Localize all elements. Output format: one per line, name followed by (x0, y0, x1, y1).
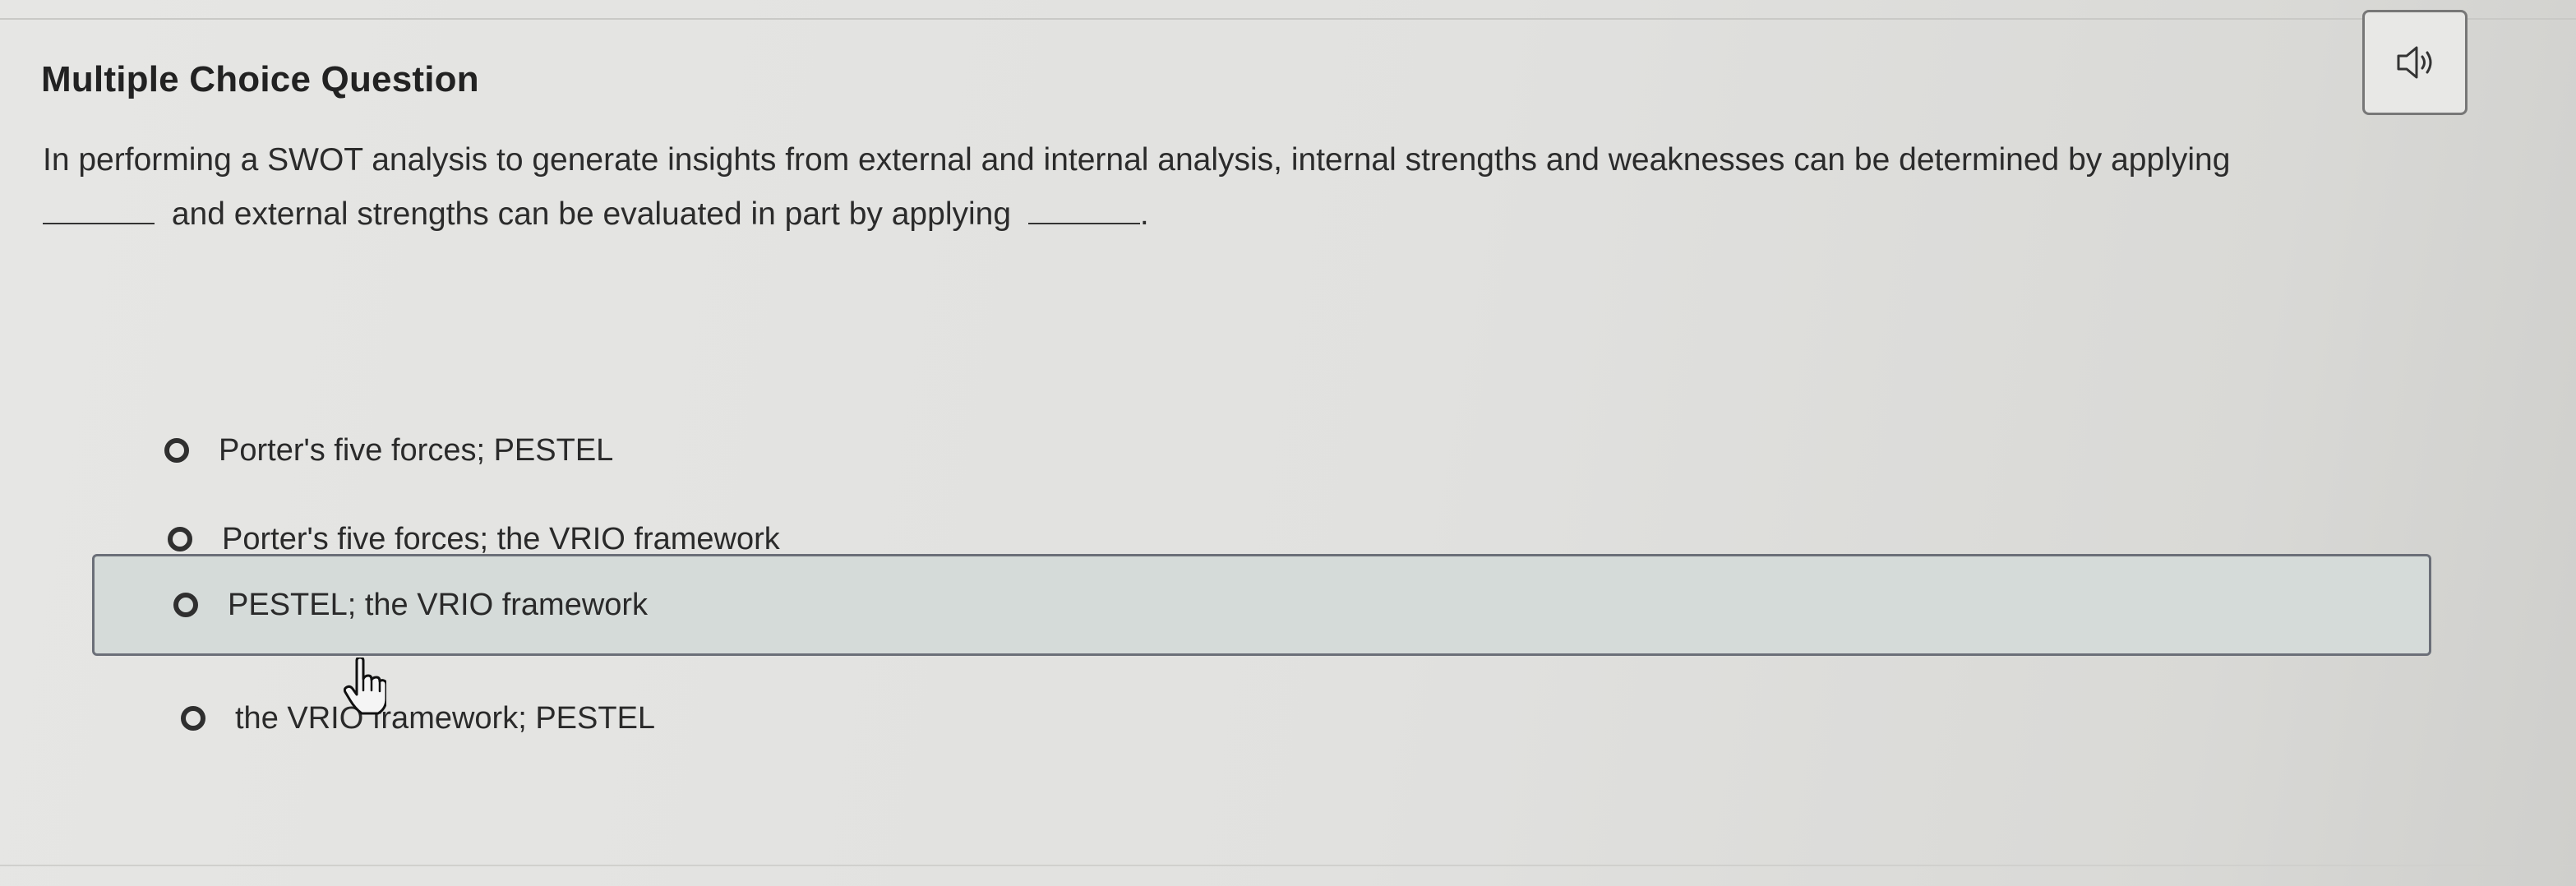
question-text-part-2: and external strengths can be evaluated … (171, 196, 1012, 232)
answer-option-label: the VRIO framework; PESTEL (235, 700, 656, 736)
radio-button[interactable] (181, 706, 205, 731)
question-type-title: Multiple Choice Question (41, 59, 479, 99)
top-divider (0, 18, 2576, 20)
answer-option-label: Porter's five forces; PESTEL (219, 432, 614, 468)
answer-option-hovered[interactable]: PESTEL; the VRIO framework (92, 554, 2431, 656)
question-text: In performing a SWOT analysis to generat… (43, 133, 2394, 242)
radio-button[interactable] (164, 438, 189, 463)
bottom-divider (0, 865, 2576, 866)
answer-option[interactable]: Porter's five forces; PESTEL (164, 427, 613, 473)
answer-option[interactable]: the VRIO framework; PESTEL (181, 695, 655, 741)
answer-blank-2 (1027, 198, 1140, 224)
speaker-icon (2397, 46, 2432, 79)
read-aloud-button[interactable] (2362, 10, 2468, 115)
question-text-part-3: . (1139, 196, 1149, 232)
answer-option-label: PESTEL; the VRIO framework (228, 587, 649, 622)
radio-button[interactable] (173, 593, 198, 617)
answer-blank-1 (43, 198, 155, 224)
radio-button[interactable] (168, 527, 192, 551)
question-text-part-1: In performing a SWOT analysis to generat… (43, 142, 2231, 178)
answer-option-label: Porter's five forces; the VRIO framework (222, 521, 780, 556)
